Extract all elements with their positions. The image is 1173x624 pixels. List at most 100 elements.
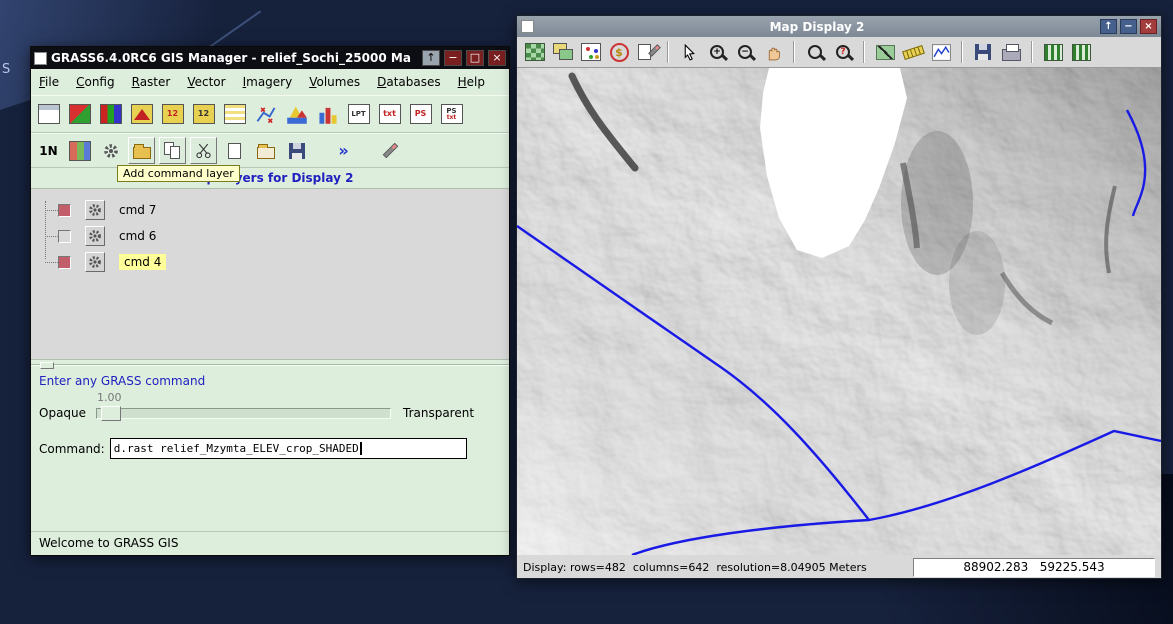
menu-help[interactable]: Help [458,75,485,90]
opaque-label: Opaque [39,406,96,420]
overlay-vector-icon[interactable] [1068,39,1094,65]
rgb-layer-icon[interactable] [97,101,124,128]
menu-raster[interactable]: Raster [132,75,171,90]
cut-icon[interactable] [190,137,217,164]
coordinate-readout: 88902.283 59225.543 [913,558,1155,577]
relief-histogram-icon[interactable] [128,101,155,128]
vector-glyph [255,103,277,125]
command-row: Command: d.rast relief_Mzymta_ELEV_crop_… [31,430,509,459]
toolbar-separator [863,41,865,63]
gis-window-title: GRASS6.4.0RC6 GIS Manager - relief_Sochi… [51,51,418,65]
menu-imagery[interactable]: Imagery [243,75,293,90]
rgb-grid-icon[interactable] [66,137,93,164]
redraw-map-icon[interactable] [550,39,576,65]
menu-config[interactable]: Config [76,75,115,90]
display-map-icon[interactable] [522,39,548,65]
maximize-button[interactable]: □ [466,50,484,66]
query-vector-icon[interactable]: ? [830,39,856,65]
raster-icon[interactable] [66,101,93,128]
overlay-raster-icon[interactable] [1040,39,1066,65]
layer-options-button[interactable] [85,226,105,246]
eraser-pen-icon[interactable] [377,137,404,164]
layer-label[interactable]: cmd 6 [119,229,156,243]
shade-button[interactable]: ↑ [422,50,440,66]
copy-icon[interactable] [159,137,186,164]
ruler-icon[interactable] [900,39,926,65]
map-canvas[interactable] [517,68,1161,555]
new-file-icon[interactable] [221,137,248,164]
open-file-icon[interactable] [252,137,279,164]
thematic-chart-icon[interactable] [283,101,310,128]
map-display-window: Map Display 2 ↑ − × $ + − ? [516,15,1162,579]
cell-arrows-icon[interactable]: 12 [190,101,217,128]
profile-icon[interactable] [928,39,954,65]
gear-glyph [88,203,102,217]
text-layer-icon[interactable]: txt [376,101,403,128]
measure-icon[interactable] [872,39,898,65]
zoom-in-icon[interactable]: + [704,39,730,65]
tooltip: Add command layer [117,165,240,182]
layer-checkbox[interactable] [58,256,71,269]
command-input[interactable]: d.rast relief_Mzymta_ELEV_crop_SHADED [110,438,467,459]
layer-tree: cmd 7 cmd 6 cmd 4 [31,188,509,360]
pan-icon[interactable] [760,39,786,65]
profile-glyph [932,44,951,61]
map-save-icon[interactable] [970,39,996,65]
postscript-text-icon[interactable]: PS txt [438,101,465,128]
command-label: Command: [39,442,105,456]
layer-options-button[interactable] [85,252,105,272]
toolbar-separator [961,41,963,63]
close-button[interactable]: × [488,50,506,66]
menu-vector[interactable]: Vector [187,75,225,90]
toolbar-separator [667,41,669,63]
gear-icon[interactable] [97,137,124,164]
gear-glyph [88,255,102,269]
map-close-button[interactable]: × [1140,19,1157,34]
dollar-glyph: $ [615,47,623,58]
pointer-icon[interactable] [676,39,702,65]
animate-arrows-icon[interactable]: » [330,137,357,164]
save-icon[interactable] [283,137,310,164]
edit-map-icon[interactable] [634,39,660,65]
sash-handle[interactable] [40,362,54,369]
layer-options-button[interactable] [85,200,105,220]
print-icon[interactable] [998,39,1024,65]
menu-file[interactable]: File [39,75,59,90]
layer-label-selected[interactable]: cmd 4 [119,254,166,270]
menu-volumes[interactable]: Volumes [309,75,360,90]
map-status-bar: Display: rows=482 columns=642 resolution… [517,555,1161,580]
menu-databases[interactable]: Databases [377,75,441,90]
pane-sash[interactable] [31,360,509,370]
bar-chart-icon[interactable] [314,101,341,128]
opacity-slider[interactable] [96,408,391,419]
layer-row-cmd4: cmd 4 [31,249,509,275]
erase-display-icon[interactable] [578,39,604,65]
query-icon[interactable] [802,39,828,65]
layer-checkbox[interactable] [58,204,71,217]
cell-values-icon[interactable]: 12 [159,101,186,128]
run-command-icon[interactable]: $ [606,39,632,65]
postscript-labels-icon[interactable]: PS [407,101,434,128]
minus-glyph: − [741,48,749,57]
transparent-label: Transparent [403,406,474,420]
layer-row-cmd7: cmd 7 [31,197,509,223]
map-shade-button[interactable]: ↑ [1100,19,1117,34]
text-cursor [360,442,362,455]
map-minimize-button[interactable]: − [1120,19,1137,34]
add-raster-layer-icon[interactable] [35,101,62,128]
layer-checkbox[interactable] [58,230,71,243]
pointer-glyph [681,44,698,61]
vector-layer-icon[interactable] [252,101,279,128]
layer-label[interactable]: cmd 7 [119,203,156,217]
georectify-icon[interactable]: 1N [35,137,62,164]
map-title-bar[interactable]: Map Display 2 ↑ − × [517,16,1161,37]
zoom-out-icon[interactable]: − [732,39,758,65]
add-command-layer-icon[interactable] [128,137,155,164]
display-resolution-text: Display: rows=482 columns=642 resolution… [523,561,867,574]
minimize-button[interactable]: − [444,50,462,66]
legend-matrix-icon[interactable] [221,101,248,128]
gis-title-bar[interactable]: GRASS6.4.0RC6 GIS Manager - relief_Sochi… [31,47,509,69]
labels-icon[interactable]: LPT [345,101,372,128]
opacity-slider-thumb[interactable] [101,406,121,421]
layer-row-cmd6: cmd 6 [31,223,509,249]
